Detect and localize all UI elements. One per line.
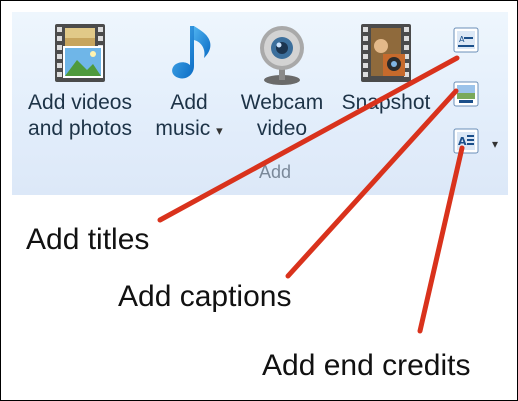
add-credits-icon[interactable]: A bbox=[453, 128, 479, 154]
snapshot-button[interactable]: Snapshot bbox=[334, 20, 438, 116]
credits-dropdown-arrow-icon[interactable]: ▾ bbox=[492, 137, 498, 151]
ribbon-add-group: Add videos and photos Add music ▾ Webcam… bbox=[12, 12, 508, 195]
add-videos-label-line1: Add videos bbox=[28, 91, 132, 114]
add-caption-icon[interactable] bbox=[453, 81, 479, 107]
add-videos-label-line2: and photos bbox=[28, 117, 132, 140]
webcam-label-line1: Webcam bbox=[240, 91, 324, 114]
music-note-icon bbox=[172, 26, 211, 79]
film-photo-icon bbox=[55, 24, 105, 82]
annotation-add-titles: Add titles bbox=[26, 223, 150, 256]
svg-text:A: A bbox=[458, 135, 467, 148]
webcam-label-line2: video bbox=[256, 117, 308, 140]
snapshot-film-icon bbox=[361, 24, 411, 82]
add-music-label-line1: Add bbox=[170, 91, 208, 114]
add-music-button[interactable]: Add music ▾ bbox=[148, 20, 230, 144]
snapshot-label-line1: Snapshot bbox=[341, 91, 431, 114]
ribbon-group-label: Add bbox=[258, 162, 292, 182]
add-music-label-line2-wrap: music ▾ bbox=[148, 116, 230, 144]
webcam-video-button[interactable]: Webcam video bbox=[234, 20, 330, 142]
annotation-add-captions: Add captions bbox=[118, 280, 292, 313]
add-title-icon[interactable]: A bbox=[453, 27, 479, 53]
add-music-dropdown-arrow-icon[interactable]: ▾ bbox=[216, 123, 223, 138]
add-music-label-line2: music bbox=[155, 117, 211, 140]
webcam-icon bbox=[260, 26, 304, 85]
add-videos-and-photos-button[interactable]: Add videos and photos bbox=[16, 20, 144, 142]
svg-text:A: A bbox=[459, 35, 465, 44]
annotation-add-end-credits: Add end credits bbox=[262, 349, 471, 382]
